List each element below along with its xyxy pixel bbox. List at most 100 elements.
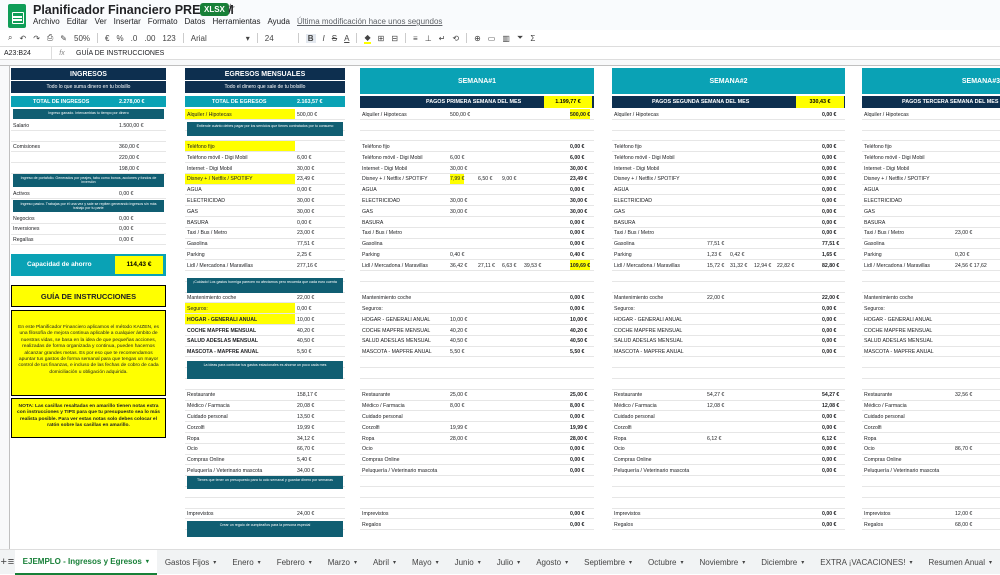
chevron-down-icon[interactable]: ▾ (393, 559, 396, 566)
text-wrap-icon[interactable]: ↵ (439, 34, 446, 43)
more-formats-button[interactable]: 123 (162, 34, 175, 43)
table-row[interactable]: GAS 30,00 € 30,00 € (360, 206, 594, 217)
table-row[interactable]: Compras Online 5,40 € (185, 455, 345, 466)
table-row[interactable]: GAS 30,00 € (185, 206, 345, 217)
table-row[interactable] (11, 131, 166, 142)
table-row[interactable]: Lidl / Mercadona / Maravillas 277,16 € (185, 260, 345, 271)
table-row[interactable]: BASURA (862, 217, 1000, 228)
chevron-down-icon[interactable]: ▾ (742, 559, 745, 566)
table-row[interactable]: Médico / Farmacia 8,00 € 8,00 € (360, 401, 594, 412)
ahorro-value[interactable]: 114,43 € (115, 256, 163, 274)
table-row[interactable]: Teléfono fijo 0,00 € (360, 141, 594, 153)
sheet-tab[interactable]: Enero ▾ (224, 550, 268, 575)
insert-link-icon[interactable]: ⊕ (474, 34, 481, 43)
table-row[interactable]: Teléfono fijo 0,00 € (612, 141, 845, 153)
table-row[interactable]: Restaurante 54,27 € 54,27 € (612, 390, 845, 401)
table-row[interactable]: Ocio 66,70 € (185, 444, 345, 455)
search-menus-icon[interactable]: ⌕ (8, 33, 12, 43)
add-sheet-icon[interactable]: + (0, 556, 7, 568)
table-row[interactable] (360, 357, 594, 369)
table-row[interactable]: Activos 0,00 € (11, 188, 166, 199)
chevron-down-icon[interactable]: ▾ (989, 559, 992, 566)
table-row[interactable]: ELECTRICIDAD 30,00 € (185, 195, 345, 207)
table-row[interactable]: Parking 0,20 € (862, 249, 1000, 261)
table-row[interactable]: MASCOTA - MAPFRE ANUAL (862, 347, 1000, 358)
chevron-down-icon[interactable]: ▾ (478, 559, 481, 566)
table-row[interactable]: Teléfono móvil - Digi Mobil (862, 152, 1000, 163)
table-row[interactable]: Corzolfi 19,99 € 19,99 € (360, 422, 594, 433)
table-row[interactable]: Imprevistos 0,00 € (612, 509, 845, 520)
borders-icon[interactable]: ⊞ (378, 34, 385, 43)
sheet-tab[interactable]: Gastos Fijos ▾ (157, 550, 224, 575)
text-rotation-icon[interactable]: ⟲ (452, 34, 459, 43)
table-row[interactable]: Cuidado personal 0,00 € (612, 411, 845, 423)
print-icon[interactable]: ⎙ (47, 33, 53, 43)
table-row[interactable]: Alquiler / Hipotecas 0,00 € (612, 109, 845, 120)
table-row[interactable] (612, 282, 845, 293)
guia-title[interactable]: GUÍA DE INSTRUCCIONES (11, 285, 166, 307)
table-row[interactable]: Teléfono fijo (862, 141, 1000, 153)
table-row[interactable] (862, 131, 1000, 142)
table-row[interactable]: Parking 1,23 € 0,42 € 1,65 € (612, 249, 845, 261)
table-row[interactable] (360, 271, 594, 282)
table-row[interactable]: Imprevistos 0,00 € (360, 509, 594, 520)
table-row[interactable]: AGUA 0,00 € (360, 185, 594, 196)
table-row[interactable] (360, 368, 594, 379)
chevron-down-icon[interactable]: ▾ (258, 559, 261, 566)
table-row[interactable]: Regalos 0,00 € (612, 519, 845, 531)
table-row[interactable]: Compras Online 0,00 € (360, 455, 594, 466)
table-row[interactable]: HOGAR - GENERALI ANUAL 0,00 € (612, 314, 845, 325)
table-row[interactable] (612, 131, 845, 142)
chevron-down-icon[interactable]: ▾ (246, 34, 250, 43)
chevron-down-icon[interactable]: ▾ (517, 559, 520, 566)
table-row[interactable]: Mantenimiento coche 0,00 € (360, 293, 594, 304)
table-row[interactable] (612, 357, 845, 369)
table-row[interactable]: MASCOTA - MAPFRE ANUAL 5,50 € (185, 347, 345, 358)
menu-item[interactable]: Ayuda (267, 17, 290, 26)
table-row[interactable]: COCHE MAPFRE MENSUAL 40,20 € 40,20 € (360, 325, 594, 336)
table-row[interactable]: AGUA 0,00 € (185, 185, 345, 196)
table-row[interactable]: SALUD ADESLAS MENSUAL 0,00 € (612, 336, 845, 347)
table-row[interactable]: Ropa 34,12 € (185, 433, 345, 444)
sheet-tab[interactable]: Octubre ▾ (640, 550, 691, 575)
table-row[interactable]: Cuidado personal 13,50 € (185, 411, 345, 423)
table-row[interactable]: BASURA 0,00 € (360, 217, 594, 228)
table-row[interactable]: MASCOTA - MAPFRE ANUAL 5,50 € 5,50 € (360, 347, 594, 358)
zoom-select[interactable]: 50% (74, 34, 90, 43)
table-row[interactable]: ELECTRICIDAD 0,00 € (612, 195, 845, 207)
table-row[interactable] (612, 271, 845, 282)
menu-item[interactable]: Ver (95, 17, 107, 26)
table-row[interactable]: Lidl / Mercadona / Maravillas 15,72 € 31,3… (612, 260, 845, 271)
undo-icon[interactable]: ↶ (19, 34, 26, 43)
table-row[interactable]: Peluquería / Veterinario mascota 0,00 € (360, 465, 594, 477)
table-row[interactable]: Lidl / Mercadona / Maravillas 24,56 € 17,… (862, 260, 1000, 271)
sheet-tab[interactable]: Noviembre ▾ (692, 550, 754, 575)
table-row[interactable]: Lidl / Mercadona / Maravillas 36,42 € 27,1… (360, 260, 594, 271)
table-row[interactable]: Peluquería / Veterinario mascota (862, 465, 1000, 477)
font-size-input[interactable]: 24 (265, 34, 291, 43)
table-row[interactable]: Disney + / Netflix / SPOTIFY 0,00 € (612, 174, 845, 185)
menu-item[interactable]: Archivo (33, 17, 60, 26)
sheet-tab[interactable]: EJEMPLO - Ingresos y Egresos ▾ (14, 549, 157, 575)
merge-cells-icon[interactable]: ⊟ (391, 34, 398, 43)
table-row[interactable]: Ocio 86,70 € (862, 444, 1000, 455)
table-row[interactable] (862, 120, 1000, 131)
sheet-tab[interactable]: Resumen Anual ▾ (920, 550, 1000, 575)
table-row[interactable]: BASURA 0,00 € (612, 217, 845, 228)
table-row[interactable]: Imprevistos 12,00 € (862, 509, 1000, 520)
chevron-down-icon[interactable]: ▾ (801, 559, 804, 566)
sheet-tab[interactable]: Junio ▾ (447, 550, 489, 575)
table-row[interactable]: 198,00 € (11, 163, 166, 174)
table-row[interactable]: Corzolfi 0,00 € (612, 422, 845, 433)
table-row[interactable]: SALUD ADESLAS MENSUAL (862, 336, 1000, 347)
table-row[interactable]: Teléfono móvil - Digi Mobil 6,00 € (185, 152, 345, 163)
table-row[interactable] (862, 271, 1000, 282)
table-row[interactable] (612, 379, 845, 390)
table-row[interactable]: Taxi / Bus / Metro 23,00 € (185, 228, 345, 239)
table-row[interactable]: Médico / Farmacia 12,08 € 12,08 € (612, 401, 845, 412)
star-icon[interactable]: ☆ (225, 1, 236, 15)
chevron-down-icon[interactable]: ▾ (354, 559, 357, 566)
table-row[interactable]: Ocio 0,00 € (612, 444, 845, 455)
table-row[interactable]: Compras Online 0,00 € (612, 455, 845, 466)
table-row[interactable] (360, 120, 594, 131)
